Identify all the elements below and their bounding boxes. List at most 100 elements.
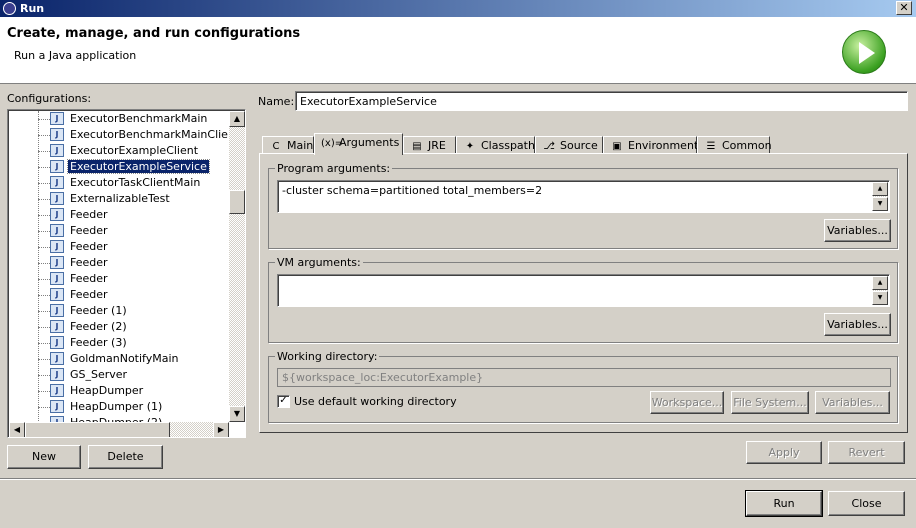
- tree-item[interactable]: J ExecutorExampleClient: [8, 143, 228, 159]
- tree-item[interactable]: J Feeder (1): [8, 303, 228, 319]
- java-app-icon: J: [50, 208, 64, 221]
- tree-item-label: Feeder (1): [70, 304, 127, 317]
- common-tab-icon: ☰: [706, 141, 716, 152]
- configurations-label: Configurations:: [7, 92, 92, 105]
- tab-label: Classpath: [481, 139, 535, 152]
- eclipse-icon: [3, 2, 16, 15]
- tab-common[interactable]: ☰ Common: [697, 136, 772, 154]
- close-button[interactable]: Close: [828, 491, 905, 516]
- java-app-icon: J: [50, 224, 64, 237]
- scroll-up-button[interactable]: ▲: [229, 111, 245, 127]
- tree-item-label: ExecutorExampleClient: [70, 144, 199, 157]
- tree-item[interactable]: J Feeder: [8, 223, 228, 239]
- tree-item-label: Feeder: [70, 272, 108, 285]
- window-title: Run: [20, 2, 45, 15]
- java-app-icon: J: [50, 352, 64, 365]
- program-arguments-label: Program arguments:: [275, 162, 393, 175]
- tree-item-label: Feeder (3): [70, 336, 127, 349]
- scroll-left-button[interactable]: ◀: [9, 422, 25, 437]
- tree-item[interactable]: J GoldmanNotifyMain: [8, 351, 228, 367]
- tab-main[interactable]: C Main: [262, 136, 314, 154]
- tree-item[interactable]: J Feeder (3): [8, 335, 228, 351]
- java-app-icon: J: [50, 368, 64, 381]
- tree-item[interactable]: J Feeder: [8, 287, 228, 303]
- program-arguments-textarea[interactable]: -cluster schema=partitioned total_member…: [277, 180, 890, 213]
- vm-arguments-label: VM arguments:: [275, 256, 363, 269]
- tree-item[interactable]: J HeapDumper: [8, 383, 228, 399]
- tree-item-label: Feeder: [70, 288, 108, 301]
- new-button[interactable]: New: [7, 445, 81, 469]
- tab-label: Arguments: [339, 136, 400, 149]
- tree-item[interactable]: J ExecutorExampleService: [8, 159, 228, 175]
- java-app-icon: J: [50, 176, 64, 189]
- java-app-icon: J: [50, 192, 64, 205]
- horizontal-scrollbar[interactable]: ◀ ▶: [9, 422, 229, 437]
- tab-environment[interactable]: ▣ Environment: [603, 136, 698, 154]
- scroll-thumb[interactable]: [229, 190, 245, 214]
- run-button[interactable]: Run: [745, 490, 823, 517]
- tree-item[interactable]: J Feeder: [8, 255, 228, 271]
- vertical-scrollbar[interactable]: ▲ ▼: [229, 111, 245, 422]
- vm-arguments-textarea[interactable]: ▲ ▼: [277, 274, 890, 307]
- java-app-icon: J: [50, 256, 64, 269]
- vm-variables-button[interactable]: Variables...: [824, 313, 891, 336]
- revert-button[interactable]: Revert: [828, 441, 905, 464]
- tab-arguments[interactable]: (x)=Arguments: [314, 133, 403, 155]
- apply-button[interactable]: Apply: [746, 441, 822, 464]
- configurations-tree[interactable]: J ExecutorBenchmarkMain J ExecutorBenchmark…: [7, 109, 246, 438]
- tab-source[interactable]: ⎇ Source: [535, 136, 603, 154]
- environment-tab-icon: ▣: [612, 141, 622, 152]
- tab-label: Common: [722, 139, 772, 152]
- tree-item[interactable]: J Feeder: [8, 239, 228, 255]
- tree-item[interactable]: J ExecutorTaskClientMain: [8, 175, 228, 191]
- close-window-button[interactable]: ✕: [896, 1, 912, 15]
- tab-jre[interactable]: ▤ JRE: [403, 136, 456, 154]
- name-label: Name:: [258, 95, 295, 108]
- source-tab-icon: ⎇: [543, 141, 555, 152]
- java-app-icon: J: [50, 112, 64, 125]
- program-variables-button[interactable]: Variables...: [824, 219, 891, 242]
- arguments-tab-icon: (x)=: [321, 138, 344, 149]
- horizontal-scroll-thumb[interactable]: [25, 422, 170, 437]
- run-play-icon: [842, 30, 886, 74]
- java-app-icon: J: [50, 272, 64, 285]
- tree-item[interactable]: J GS_Server: [8, 367, 228, 383]
- name-input[interactable]: ExecutorExampleService: [295, 91, 908, 111]
- java-app-icon: J: [50, 240, 64, 253]
- scroll-right-button[interactable]: ▶: [213, 422, 229, 437]
- working-variables-button[interactable]: Variables...: [815, 391, 890, 414]
- use-default-checkbox[interactable]: ✓: [277, 395, 290, 408]
- classpath-tab-icon: ✦: [465, 141, 475, 152]
- vm-textarea-scrollbar[interactable]: ▲ ▼: [872, 276, 888, 305]
- tab-label: JRE: [428, 139, 446, 152]
- tree-item-label: Feeder: [70, 256, 108, 269]
- tree-item[interactable]: J HeapDumper (1): [8, 399, 228, 415]
- tree-item[interactable]: J ExternalizableTest: [8, 191, 228, 207]
- tree-item[interactable]: J Feeder (2): [8, 319, 228, 335]
- header-subtitle: Run a Java application: [14, 49, 137, 62]
- main-tab-icon: C: [272, 141, 280, 152]
- tree-item-label: ExternalizableTest: [70, 192, 170, 205]
- java-app-icon: J: [50, 400, 64, 413]
- java-app-icon: J: [50, 336, 64, 349]
- scroll-down-button[interactable]: ▼: [229, 406, 245, 422]
- tree-item[interactable]: J ExecutorBenchmarkMainClient: [8, 127, 230, 143]
- textarea-scrollbar[interactable]: ▲ ▼: [872, 182, 888, 211]
- tab-classpath[interactable]: ✦ Classpath: [456, 136, 535, 154]
- java-app-icon: J: [50, 128, 64, 141]
- tree-item[interactable]: J ExecutorBenchmarkMain: [8, 111, 228, 127]
- tab-label: Source: [560, 139, 598, 152]
- java-app-icon: J: [50, 304, 64, 317]
- working-directory-input[interactable]: ${workspace_loc:ExecutorExample}: [277, 368, 891, 387]
- tree-item-label: Feeder: [70, 208, 108, 221]
- java-app-icon: J: [50, 288, 64, 301]
- working-directory-label: Working directory:: [275, 350, 380, 363]
- file-system-button[interactable]: File System...: [731, 391, 809, 414]
- workspace-button[interactable]: Workspace...: [650, 391, 724, 414]
- delete-button[interactable]: Delete: [88, 445, 163, 469]
- title-bar: Run ✕: [0, 0, 916, 17]
- tree-item-label: GoldmanNotifyMain: [70, 352, 179, 365]
- java-app-icon: J: [50, 144, 64, 157]
- tree-item[interactable]: J Feeder: [8, 207, 228, 223]
- tree-item[interactable]: J Feeder: [8, 271, 228, 287]
